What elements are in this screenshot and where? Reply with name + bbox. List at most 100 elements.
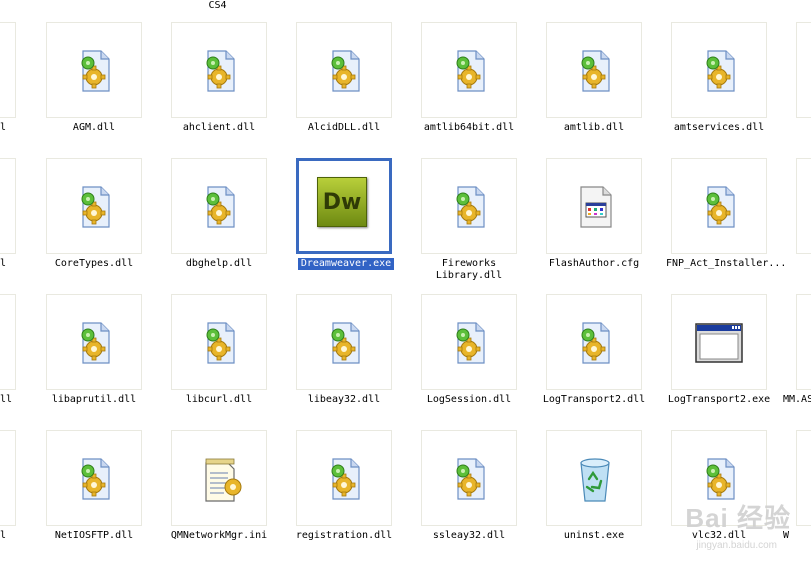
- file-thumbnail[interactable]: [46, 430, 142, 526]
- partial-file-thumbnail-left[interactable]: [0, 294, 16, 390]
- file-thumbnail[interactable]: [46, 294, 142, 390]
- file-thumbnail[interactable]: Dw: [296, 158, 392, 254]
- file-name-label: FNP_Act_Installer...: [666, 258, 787, 269]
- file-name-label: libeay32.dll: [307, 394, 381, 405]
- file-thumbnail[interactable]: [171, 430, 267, 526]
- file-item[interactable]: FNP_Act_Installer...: [666, 158, 791, 292]
- dll-file-icon: [575, 49, 615, 93]
- partial-file-label-left[interactable]: l: [0, 122, 6, 133]
- file-item[interactable]: registration.dll: [296, 430, 416, 564]
- partial-file-thumbnail-right[interactable]: [796, 22, 811, 118]
- dreamweaver-app-icon: Dw: [317, 177, 367, 227]
- dll-file-icon: [450, 321, 490, 365]
- file-item[interactable]: uninst.exe: [546, 430, 666, 564]
- file-name-label: amtlib.dll: [563, 122, 625, 133]
- dll-file-icon: [450, 457, 490, 501]
- file-thumbnail[interactable]: [421, 22, 517, 118]
- partial-file-label-left[interactable]: l: [0, 530, 6, 541]
- file-item[interactable]: LogTransport2.dll: [543, 294, 666, 428]
- file-name-label: LogTransport2.exe: [667, 394, 771, 405]
- dll-file-icon: [75, 185, 115, 229]
- file-item[interactable]: CoreTypes.dll: [46, 158, 166, 292]
- file-item[interactable]: LogTransport2.exe: [668, 294, 791, 428]
- partial-file-thumbnail-right[interactable]: [796, 158, 811, 254]
- file-item[interactable]: amtlib.dll: [546, 22, 666, 156]
- file-item[interactable]: amtservices.dll: [671, 22, 791, 156]
- partial-file-label-top[interactable]: CS4: [190, 0, 245, 11]
- file-item[interactable]: AlcidDLL.dll: [296, 22, 416, 156]
- file-item[interactable]: AGM.dll: [46, 22, 166, 156]
- file-thumbnail[interactable]: [671, 22, 767, 118]
- file-name-label: LogSession.dll: [426, 394, 512, 405]
- baidu-watermark: Bai 经验: [685, 503, 791, 533]
- file-name-label: LogTransport2.dll: [542, 394, 646, 405]
- file-item[interactable]: libeay32.dll: [296, 294, 416, 428]
- file-thumbnail[interactable]: [171, 294, 267, 390]
- file-name-label: registration.dll: [295, 530, 393, 541]
- file-thumbnail[interactable]: [46, 22, 142, 118]
- file-name-label: libcurl.dll: [185, 394, 253, 405]
- file-thumbnail[interactable]: [296, 294, 392, 390]
- partial-file-label-left[interactable]: l: [0, 258, 6, 269]
- file-name-label: ahclient.dll: [182, 122, 256, 133]
- dll-file-icon: [575, 321, 615, 365]
- file-item[interactable]: Dw Dreamweaver.exe: [296, 158, 416, 292]
- baidu-watermark-url: jingyan.baidu.com: [696, 540, 777, 551]
- dll-file-icon: [700, 49, 740, 93]
- file-name-label: libaprutil.dll: [51, 394, 137, 405]
- dll-file-icon: [450, 185, 490, 229]
- file-item[interactable]: Fireworks Library.dll: [421, 158, 541, 292]
- file-item[interactable]: amtlib64bit.dll: [421, 22, 541, 156]
- file-name-label: Dreamweaver.exe: [298, 258, 394, 270]
- file-name-label: dbghelp.dll: [185, 258, 253, 269]
- file-thumbnail[interactable]: [296, 22, 392, 118]
- dll-file-icon: [700, 457, 740, 501]
- file-item[interactable]: ssleay32.dll: [421, 430, 541, 564]
- dll-file-icon: [325, 321, 365, 365]
- file-thumbnail[interactable]: [46, 158, 142, 254]
- file-thumbnail[interactable]: [546, 22, 642, 118]
- file-thumbnail[interactable]: [171, 22, 267, 118]
- dll-file-icon: [200, 321, 240, 365]
- file-item[interactable]: dbghelp.dll: [171, 158, 291, 292]
- file-name-label: AGM.dll: [72, 122, 116, 133]
- file-item[interactable]: NetIOSFTP.dll: [46, 430, 166, 564]
- file-thumbnail[interactable]: [671, 294, 767, 390]
- file-item[interactable]: ahclient.dll: [171, 22, 291, 156]
- file-thumbnail[interactable]: [421, 158, 517, 254]
- dll-file-icon: [450, 49, 490, 93]
- file-thumbnail[interactable]: [421, 430, 517, 526]
- file-thumbnail[interactable]: [296, 430, 392, 526]
- partial-file-thumbnail-left[interactable]: [0, 158, 16, 254]
- file-name-label: Fireworks Library.dll: [435, 258, 503, 281]
- partial-file-thumbnail-right[interactable]: [796, 294, 811, 390]
- file-name-label: ssleay32.dll: [432, 530, 506, 541]
- file-thumbnail[interactable]: [171, 158, 267, 254]
- partial-file-label-left[interactable]: ll: [0, 394, 12, 405]
- ini-file-icon: [200, 457, 242, 502]
- partial-file-thumbnail-left[interactable]: [0, 430, 16, 526]
- file-item[interactable]: libcurl.dll: [171, 294, 291, 428]
- file-thumbnail[interactable]: [546, 430, 642, 526]
- file-item[interactable]: LogSession.dll: [421, 294, 541, 428]
- file-item[interactable]: QMNetworkMgr.ini: [171, 430, 291, 564]
- partial-file-thumbnail-left[interactable]: [0, 22, 16, 118]
- file-name-label: NetIOSFTP.dll: [54, 530, 134, 541]
- file-item[interactable]: FlashAuthor.cfg: [546, 158, 666, 292]
- cfg-file-icon: [575, 185, 615, 229]
- dll-file-icon: [75, 457, 115, 501]
- partial-file-thumbnail-right[interactable]: [796, 430, 811, 526]
- file-thumbnail[interactable]: [671, 158, 767, 254]
- file-name-label: AlcidDLL.dll: [307, 122, 381, 133]
- file-name-label: QMNetworkMgr.ini: [170, 530, 268, 541]
- file-item[interactable]: libaprutil.dll: [46, 294, 166, 428]
- file-thumbnail[interactable]: [421, 294, 517, 390]
- file-name-label: uninst.exe: [563, 530, 625, 541]
- file-thumbnail[interactable]: [546, 294, 642, 390]
- recycle-bin-icon: [575, 457, 615, 502]
- file-thumbnail[interactable]: [546, 158, 642, 254]
- file-name-label: FlashAuthor.cfg: [548, 258, 640, 269]
- file-name-label: amtservices.dll: [673, 122, 765, 133]
- file-name-label: CoreTypes.dll: [54, 258, 134, 269]
- dll-file-icon: [200, 49, 240, 93]
